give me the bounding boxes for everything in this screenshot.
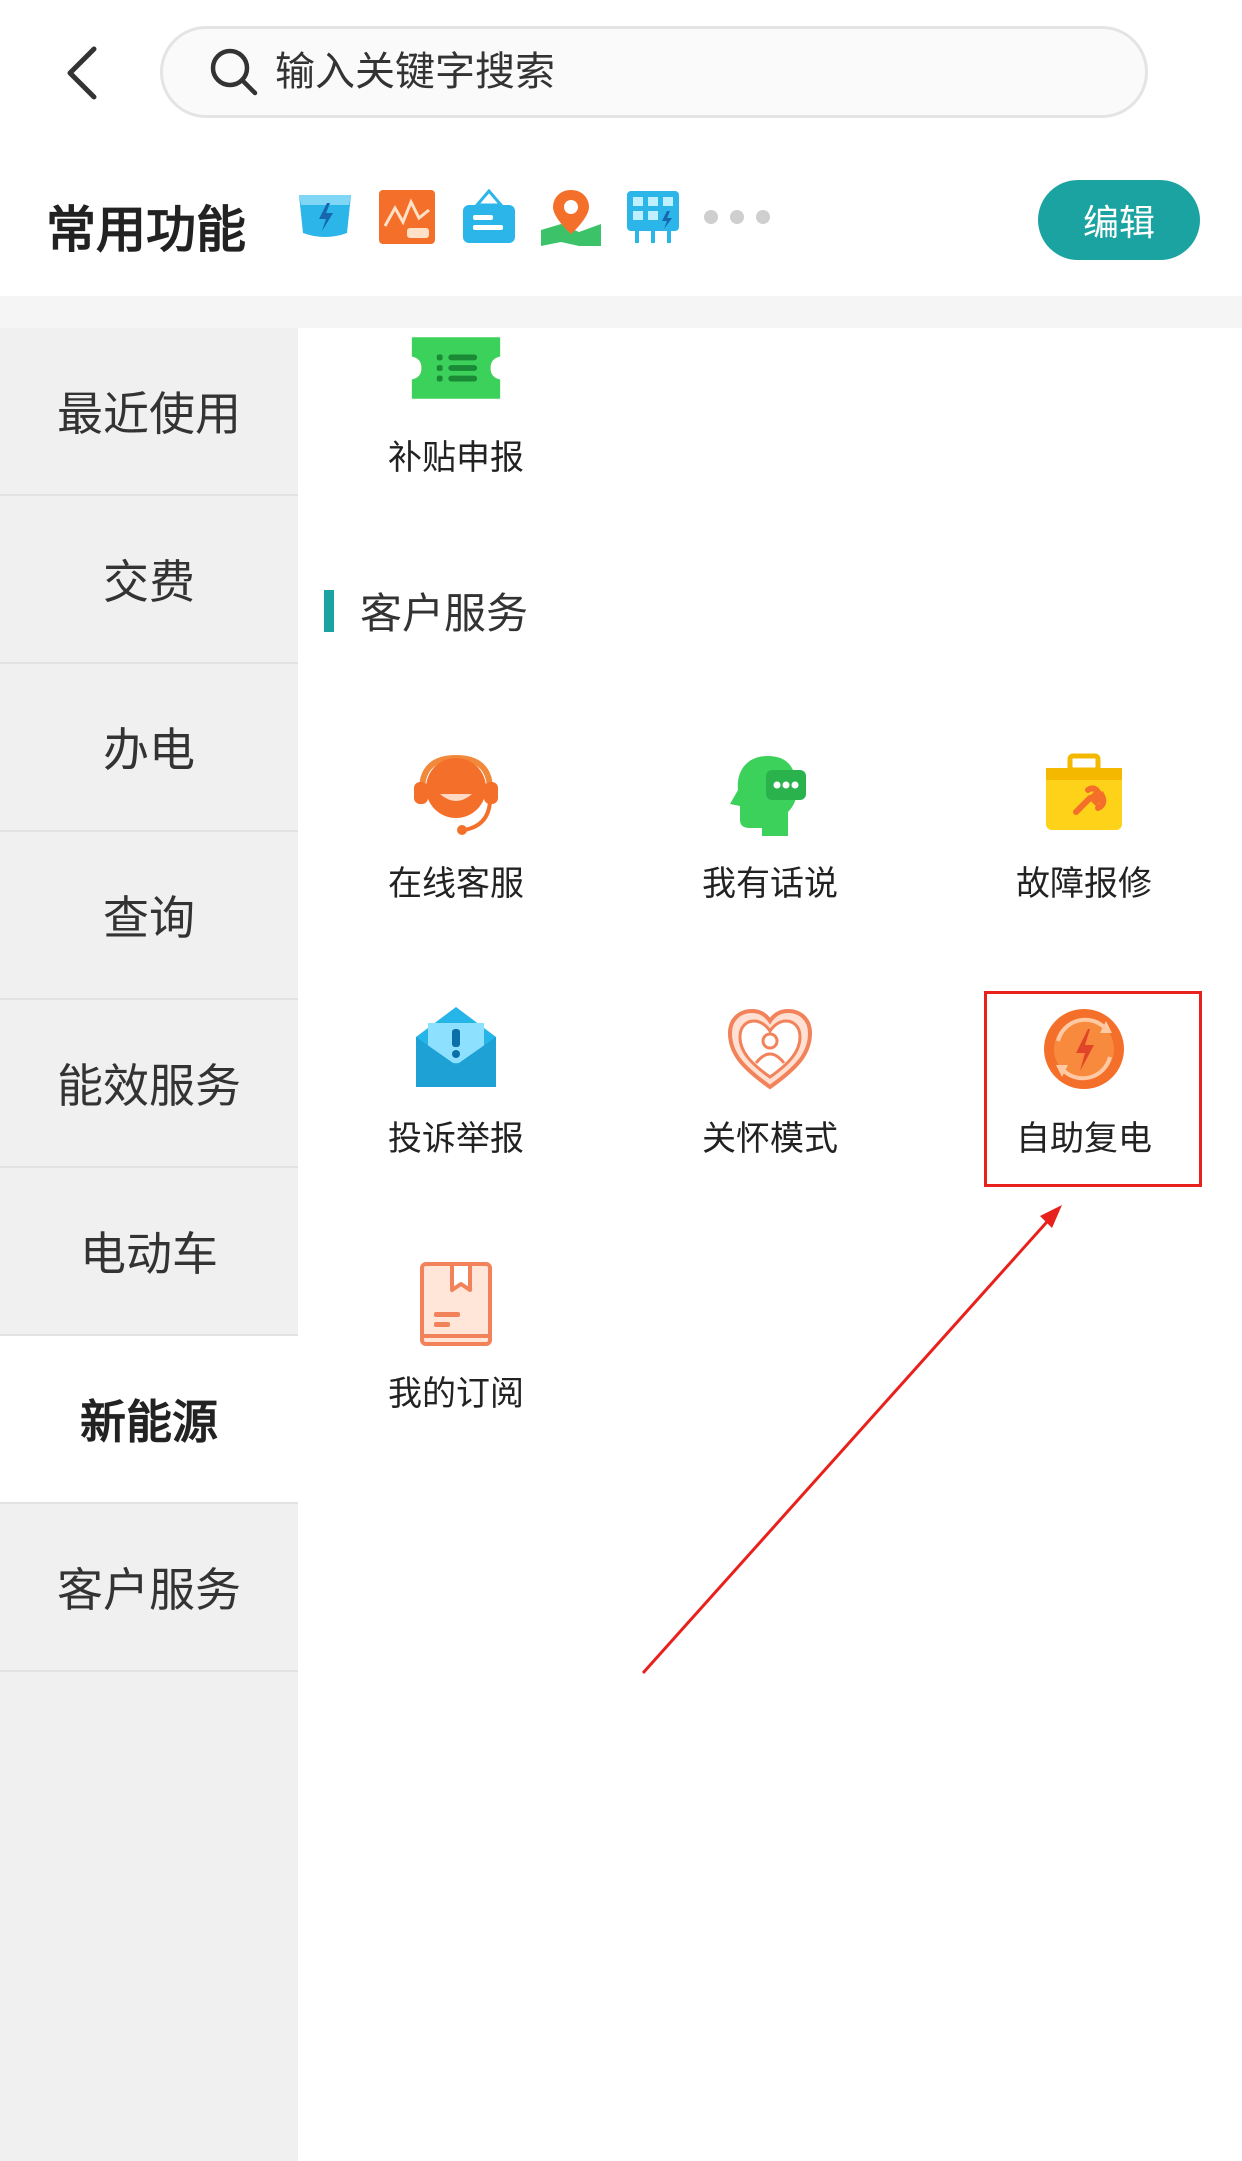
tile-label: 关怀模式	[702, 1119, 838, 1159]
tile-subsidy-declaration[interactable]: 补贴申报	[346, 320, 566, 500]
map-location-icon[interactable]	[538, 184, 604, 250]
common-functions-icons[interactable]	[292, 184, 782, 250]
ticket-icon	[408, 320, 504, 416]
sidebar-item-new-energy[interactable]: 新能源	[0, 1336, 298, 1504]
common-functions-title: 常用功能	[46, 201, 246, 259]
sidebar-item-apply-electricity[interactable]: 办电	[0, 664, 298, 832]
grid-power-icon[interactable]	[620, 184, 686, 250]
tile-fault-repair[interactable]: 故障报修	[974, 746, 1194, 926]
sidebar-item-electric-vehicle[interactable]: 电动车	[0, 1168, 298, 1336]
section-accent-bar	[324, 589, 334, 632]
search-bar[interactable]	[160, 26, 1148, 118]
sidebar-item-energy-efficiency[interactable]: 能效服务	[0, 1000, 298, 1168]
tile-label: 在线客服	[388, 864, 524, 904]
sign-icon[interactable]	[456, 184, 522, 250]
repair-toolbox-icon	[1036, 746, 1132, 842]
section-header-customer-service: 客户服务	[324, 580, 528, 641]
tile-label: 补贴申报	[388, 438, 524, 478]
care-heart-icon	[722, 1001, 818, 1097]
subscription-book-icon	[408, 1256, 504, 1352]
tile-label: 我的订阅	[388, 1374, 524, 1414]
edit-button[interactable]: 编辑	[1038, 180, 1200, 260]
sidebar-item-query[interactable]: 查询	[0, 832, 298, 1000]
sidebar-item-payment[interactable]: 交费	[0, 496, 298, 664]
category-sidebar: 最近使用 交费 办电 查询 能效服务 电动车 新能源 客户服务	[0, 328, 298, 2161]
chevron-left-icon	[67, 46, 97, 100]
online-service-icon	[408, 746, 504, 842]
common-functions-row: 常用功能 编辑	[0, 160, 1242, 290]
more-dots-icon	[704, 210, 782, 224]
search-icon	[207, 45, 261, 99]
tile-feedback[interactable]: 我有话说	[660, 746, 880, 926]
tile-label: 故障报修	[1016, 864, 1152, 904]
tile-label: 投诉举报	[388, 1119, 524, 1159]
tile-care-mode[interactable]: 关怀模式	[660, 1001, 880, 1181]
tile-my-subscription[interactable]: 我的订阅	[346, 1256, 566, 1436]
highlight-box	[984, 991, 1202, 1187]
tile-label: 我有话说	[702, 864, 838, 904]
function-grid-panel: 补贴申报 客户服务 在线客服 我有话说 故障报修 投诉举报 关怀模式 自助复电 …	[300, 328, 1242, 2161]
section-title: 客户服务	[360, 589, 529, 638]
search-input[interactable]	[275, 49, 1075, 95]
speak-icon	[722, 746, 818, 842]
complaint-envelope-icon	[408, 1001, 504, 1097]
section-divider	[0, 296, 1242, 328]
tile-complaint[interactable]: 投诉举报	[346, 1001, 566, 1181]
sidebar-item-customer-service[interactable]: 客户服务	[0, 1504, 298, 1672]
power-chart-icon[interactable]	[374, 184, 440, 250]
tile-online-service[interactable]: 在线客服	[346, 746, 566, 926]
pay-electricity-icon[interactable]	[292, 184, 358, 250]
sidebar-item-recent[interactable]: 最近使用	[0, 328, 298, 496]
back-button[interactable]	[52, 38, 112, 108]
